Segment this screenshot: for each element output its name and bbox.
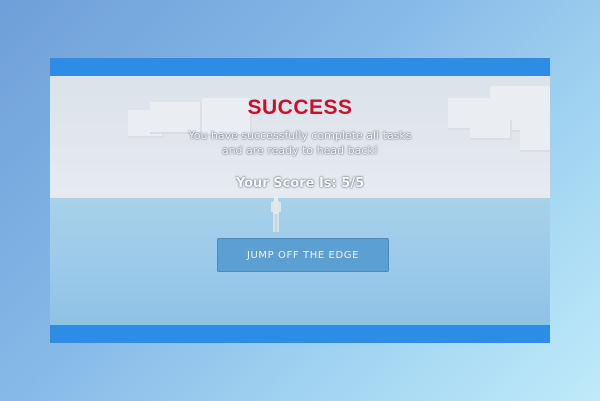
top-bar xyxy=(50,58,550,76)
message-line-2: and are ready to head back! xyxy=(221,144,379,157)
message-line-1: You have successfully complete all tasks xyxy=(188,129,412,142)
score-text: Your Score Is: 5/5 xyxy=(235,176,365,191)
player-figure xyxy=(271,196,281,232)
bottom-bar xyxy=(50,325,550,343)
success-title: SUCCESS xyxy=(247,96,353,119)
game-viewport: SUCCESS You have successfully complete a… xyxy=(50,58,550,343)
jump-off-edge-button[interactable]: JUMP OFF THE EDGE xyxy=(217,238,389,272)
success-message: You have successfully complete all tasks… xyxy=(50,128,550,158)
